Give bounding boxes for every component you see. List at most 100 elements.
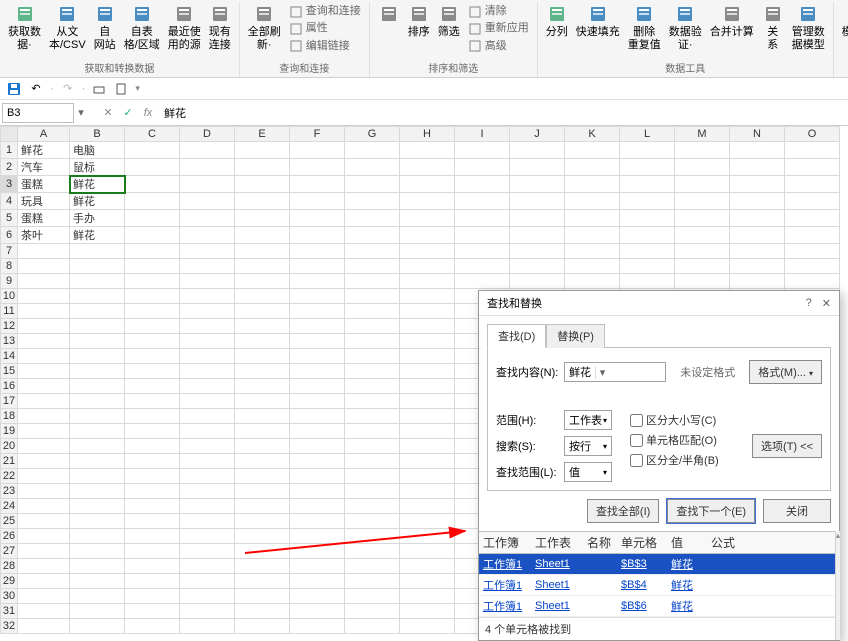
cell-A13[interactable]	[18, 334, 70, 349]
cell-A9[interactable]	[18, 274, 70, 289]
row-header-28[interactable]: 28	[1, 559, 18, 574]
cell-G5[interactable]	[345, 210, 400, 227]
row-header-22[interactable]: 22	[1, 469, 18, 484]
cell-B7[interactable]	[70, 244, 125, 259]
cell-A11[interactable]	[18, 304, 70, 319]
cell-H1[interactable]	[400, 142, 455, 159]
cell-B5[interactable]: 手办	[70, 210, 125, 227]
row-header-3[interactable]: 3	[1, 176, 18, 193]
cell-A21[interactable]	[18, 454, 70, 469]
cell-B10[interactable]	[70, 289, 125, 304]
row-header-2[interactable]: 2	[1, 159, 18, 176]
cell-M4[interactable]	[675, 193, 730, 210]
cell-K8[interactable]	[565, 259, 620, 274]
row-header-16[interactable]: 16	[1, 379, 18, 394]
cell-H18[interactable]	[400, 409, 455, 424]
cell-C6[interactable]	[125, 227, 180, 244]
cell-I9[interactable]	[455, 274, 510, 289]
cell-B8[interactable]	[70, 259, 125, 274]
cell-D3[interactable]	[180, 176, 235, 193]
cell-J6[interactable]	[510, 227, 565, 244]
cell-O4[interactable]	[785, 193, 840, 210]
insert-function-icon[interactable]: fx	[138, 107, 158, 119]
cell-A23[interactable]	[18, 484, 70, 499]
cell-F19[interactable]	[290, 424, 345, 439]
cell-D20[interactable]	[180, 439, 235, 454]
cell-E32[interactable]	[235, 619, 290, 634]
cell-A6[interactable]: 茶叶	[18, 227, 70, 244]
find-content-input[interactable]: 鲜花 ▾	[564, 362, 666, 382]
cell-A31[interactable]	[18, 604, 70, 619]
cell-M6[interactable]	[675, 227, 730, 244]
cell-E26[interactable]	[235, 529, 290, 544]
cell-H12[interactable]	[400, 319, 455, 334]
cell-N7[interactable]	[730, 244, 785, 259]
row-header-9[interactable]: 9	[1, 274, 18, 289]
cell-G11[interactable]	[345, 304, 400, 319]
row-header-13[interactable]: 13	[1, 334, 18, 349]
cell-J8[interactable]	[510, 259, 565, 274]
cell-A19[interactable]	[18, 424, 70, 439]
cell-B18[interactable]	[70, 409, 125, 424]
cell-K6[interactable]	[565, 227, 620, 244]
cell-M9[interactable]	[675, 274, 730, 289]
cell-A17[interactable]	[18, 394, 70, 409]
cell-L5[interactable]	[620, 210, 675, 227]
cell-B13[interactable]	[70, 334, 125, 349]
cell-E22[interactable]	[235, 469, 290, 484]
cell-N8[interactable]	[730, 259, 785, 274]
col-header-H[interactable]: H	[400, 127, 455, 142]
touch-icon[interactable]	[91, 81, 107, 97]
cell-G27[interactable]	[345, 544, 400, 559]
cell-F14[interactable]	[290, 349, 345, 364]
advanced-button[interactable]: 高级	[468, 39, 529, 54]
cell-D9[interactable]	[180, 274, 235, 289]
cell-A25[interactable]	[18, 514, 70, 529]
cell-G29[interactable]	[345, 574, 400, 589]
text-to-col-button[interactable]: 分列	[542, 2, 572, 59]
cell-H13[interactable]	[400, 334, 455, 349]
cell-C31[interactable]	[125, 604, 180, 619]
cell-F7[interactable]	[290, 244, 345, 259]
col-header-N[interactable]: N	[730, 127, 785, 142]
cell-G18[interactable]	[345, 409, 400, 424]
cell-E15[interactable]	[235, 364, 290, 379]
match-whole-checkbox[interactable]: 单元格匹配(O)	[630, 432, 719, 448]
recent-button[interactable]: 最近使 用的源	[164, 2, 205, 59]
cell-E19[interactable]	[235, 424, 290, 439]
cell-J4[interactable]	[510, 193, 565, 210]
row-header-32[interactable]: 32	[1, 619, 18, 634]
cell-F17[interactable]	[290, 394, 345, 409]
cell-D26[interactable]	[180, 529, 235, 544]
row-header-15[interactable]: 15	[1, 364, 18, 379]
row-header-12[interactable]: 12	[1, 319, 18, 334]
cell-A20[interactable]	[18, 439, 70, 454]
cell-D19[interactable]	[180, 424, 235, 439]
cell-G8[interactable]	[345, 259, 400, 274]
cell-D8[interactable]	[180, 259, 235, 274]
cell-D10[interactable]	[180, 289, 235, 304]
cell-C30[interactable]	[125, 589, 180, 604]
from-text-button[interactable]: 从文 本/CSV	[45, 2, 90, 59]
cell-N4[interactable]	[730, 193, 785, 210]
col-header-O[interactable]: O	[785, 127, 840, 142]
cell-C9[interactable]	[125, 274, 180, 289]
row-header-19[interactable]: 19	[1, 424, 18, 439]
cell-J7[interactable]	[510, 244, 565, 259]
from-web-button[interactable]: 自 网站	[90, 2, 120, 59]
cell-I8[interactable]	[455, 259, 510, 274]
from-table-button[interactable]: 自表 格/区域	[120, 2, 164, 59]
properties-button[interactable]: 属性	[289, 21, 361, 36]
cell-C16[interactable]	[125, 379, 180, 394]
cell-C14[interactable]	[125, 349, 180, 364]
relations-button[interactable]: 关 系	[758, 2, 788, 59]
cell-H31[interactable]	[400, 604, 455, 619]
cell-G26[interactable]	[345, 529, 400, 544]
cell-E10[interactable]	[235, 289, 290, 304]
cell-O5[interactable]	[785, 210, 840, 227]
cell-A12[interactable]	[18, 319, 70, 334]
cell-B28[interactable]	[70, 559, 125, 574]
col-header-M[interactable]: M	[675, 127, 730, 142]
cell-B17[interactable]	[70, 394, 125, 409]
cell-F32[interactable]	[290, 619, 345, 634]
